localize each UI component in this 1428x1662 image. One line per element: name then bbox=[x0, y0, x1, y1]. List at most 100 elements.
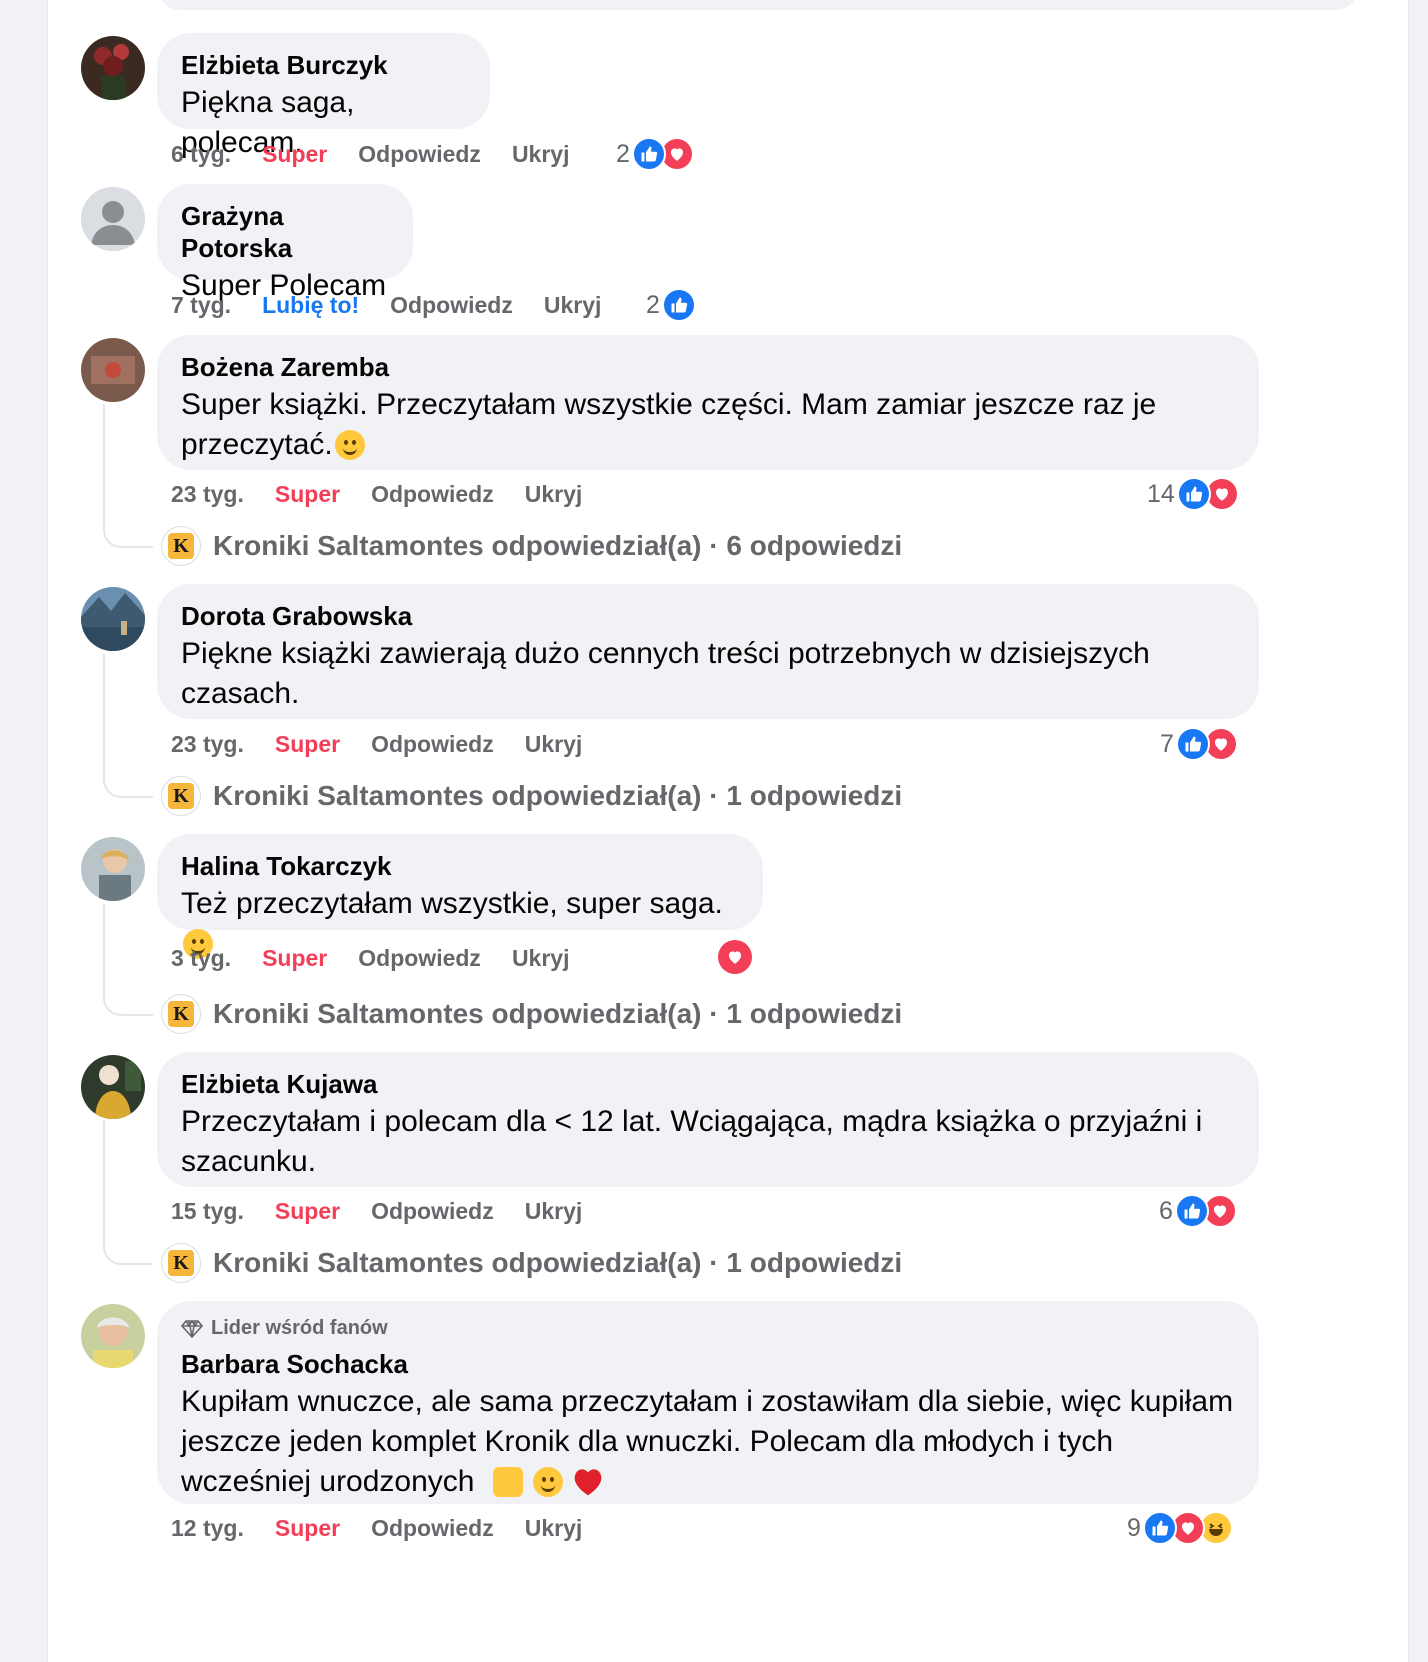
thread-connector bbox=[103, 1245, 153, 1265]
reaction-count: 6 bbox=[1159, 1196, 1173, 1225]
comment-author[interactable]: Dorota Grabowska bbox=[181, 600, 1235, 632]
react-button[interactable]: Super bbox=[275, 1198, 340, 1225]
hide-button[interactable]: Ukryj bbox=[525, 481, 583, 508]
replies-summary[interactable]: Kroniki Saltamontes odpowiedział(a) · 1 … bbox=[213, 1247, 902, 1279]
top-fan-label: Lider wśród fanów bbox=[211, 1317, 388, 1339]
thread-line bbox=[103, 1121, 105, 1245]
avatar[interactable] bbox=[81, 587, 145, 651]
smile-emoji-icon bbox=[334, 430, 365, 460]
kroniki-logo-icon: K bbox=[161, 526, 201, 566]
thread-line bbox=[103, 904, 105, 996]
comments-panel: Elżbieta Burczyk Piękna saga, polecam. 6… bbox=[47, 0, 1409, 1662]
comment-time[interactable]: 23 tyg. bbox=[171, 481, 244, 508]
react-button[interactable]: Super bbox=[275, 1515, 340, 1542]
comment-text: Piękne książki zawierają dużo cennych tr… bbox=[181, 637, 1150, 710]
reaction-count: 2 bbox=[616, 139, 630, 168]
replies-summary[interactable]: Kroniki Saltamontes odpowiedział(a) · 1 … bbox=[213, 998, 902, 1030]
view-replies-link[interactable]: K Kroniki Saltamontes odpowiedział(a) · … bbox=[161, 774, 902, 818]
diamond-icon bbox=[181, 1319, 203, 1338]
replies-summary[interactable]: Kroniki Saltamontes odpowiedział(a) · 6 … bbox=[213, 530, 902, 562]
like-icon bbox=[1175, 727, 1210, 761]
like-icon bbox=[1142, 1511, 1177, 1545]
view-replies-link[interactable]: K Kroniki Saltamontes odpowiedział(a) · … bbox=[161, 1241, 902, 1285]
reply-button[interactable]: Odpowiedz bbox=[358, 945, 481, 972]
comment-actions: 7 tyg. Lubię to! Odpowiedz Ukryj bbox=[171, 285, 632, 325]
comment-time[interactable]: 12 tyg. bbox=[171, 1515, 244, 1542]
hide-button[interactable]: Ukryj bbox=[512, 945, 570, 972]
hide-button[interactable]: Ukryj bbox=[512, 141, 570, 168]
thread-connector bbox=[103, 996, 153, 1016]
comment-author[interactable]: Elżbieta Kujawa bbox=[181, 1068, 1235, 1100]
avatar[interactable] bbox=[81, 837, 145, 901]
comment-actions: 12 tyg. Super Odpowiedz Ukryj bbox=[171, 1508, 613, 1548]
replies-summary[interactable]: Kroniki Saltamontes odpowiedział(a) · 1 … bbox=[213, 780, 902, 812]
react-button[interactable]: Super bbox=[275, 731, 340, 758]
reaction-count: 9 bbox=[1127, 1513, 1141, 1542]
hide-button[interactable]: Ukryj bbox=[525, 1515, 583, 1542]
reply-button[interactable]: Odpowiedz bbox=[371, 1515, 494, 1542]
comment-time[interactable]: 3 tyg. bbox=[171, 945, 231, 972]
comment-author[interactable]: Barbara Sochacka bbox=[181, 1348, 1235, 1380]
comment-actions: 15 tyg. Super Odpowiedz Ukryj bbox=[171, 1191, 613, 1231]
comment-author[interactable]: Halina Tokarczyk bbox=[181, 850, 739, 882]
avatar[interactable] bbox=[81, 187, 145, 251]
view-replies-link[interactable]: K Kroniki Saltamontes odpowiedział(a) · … bbox=[161, 524, 902, 568]
comment-author[interactable]: Grażyna Potorska bbox=[181, 200, 389, 264]
like-icon bbox=[661, 288, 696, 322]
view-replies-link[interactable]: K Kroniki Saltamontes odpowiedział(a) · … bbox=[161, 992, 902, 1036]
react-button[interactable]: Super bbox=[262, 945, 327, 972]
reaction-summary[interactable]: 7 bbox=[1160, 724, 1238, 764]
reaction-summary[interactable]: 2 bbox=[646, 285, 696, 325]
reply-button[interactable]: Odpowiedz bbox=[371, 481, 494, 508]
like-icon bbox=[631, 137, 666, 171]
reaction-summary[interactable]: 2 bbox=[616, 134, 694, 174]
comment-author[interactable]: Elżbieta Burczyk bbox=[181, 49, 466, 81]
comment-bubble: Halina Tokarczyk Też przeczytałam wszyst… bbox=[157, 834, 763, 959]
react-button[interactable]: Lubię to! bbox=[262, 292, 359, 319]
comment-text: Przeczytałam i polecam dla < 12 lat. Wci… bbox=[181, 1105, 1203, 1178]
previous-comment-bubble bbox=[158, 0, 1358, 10]
hide-button[interactable]: Ukryj bbox=[544, 292, 602, 319]
kroniki-logo-icon: K bbox=[161, 1243, 201, 1283]
comment-actions: 6 tyg. Super Odpowiedz Ukryj bbox=[171, 134, 600, 174]
comment-actions: 23 tyg. Super Odpowiedz Ukryj bbox=[171, 724, 613, 764]
reaction-count: 2 bbox=[646, 290, 660, 319]
like-icon bbox=[1174, 1194, 1209, 1228]
comment-text: Kupiłam wnuczce, ale sama przeczytałam i… bbox=[181, 1382, 1235, 1502]
comment-time[interactable]: 15 tyg. bbox=[171, 1198, 244, 1225]
reply-button[interactable]: Odpowiedz bbox=[358, 141, 481, 168]
smiling-face-emoji-icon bbox=[533, 1467, 564, 1497]
thread-connector bbox=[103, 778, 153, 798]
comment-time[interactable]: 6 tyg. bbox=[171, 141, 231, 168]
thumbs-up-emoji-icon bbox=[492, 1467, 523, 1497]
hide-button[interactable]: Ukryj bbox=[525, 1198, 583, 1225]
kroniki-logo-icon: K bbox=[161, 994, 201, 1034]
reply-button[interactable]: Odpowiedz bbox=[371, 1198, 494, 1225]
avatar[interactable] bbox=[81, 1055, 145, 1119]
hide-button[interactable]: Ukryj bbox=[525, 731, 583, 758]
comment-bubble: Elżbieta Kujawa Przeczytałam i polecam d… bbox=[157, 1052, 1259, 1187]
comment-time[interactable]: 7 tyg. bbox=[171, 292, 231, 319]
avatar[interactable] bbox=[81, 338, 145, 402]
comment-author[interactable]: Bożena Zaremba bbox=[181, 351, 1235, 383]
red-heart-emoji-icon bbox=[574, 1469, 601, 1496]
thread-connector bbox=[103, 528, 153, 548]
react-button[interactable]: Super bbox=[262, 141, 327, 168]
love-icon[interactable] bbox=[718, 940, 752, 974]
avatar[interactable] bbox=[81, 1304, 145, 1368]
comment-bubble: Bożena Zaremba Super książki. Przeczytał… bbox=[157, 335, 1259, 470]
comment-text: Super książki. Przeczytałam wszystkie cz… bbox=[181, 385, 1235, 465]
avatar[interactable] bbox=[81, 36, 145, 100]
comment-bubble: Elżbieta Burczyk Piękna saga, polecam. bbox=[157, 33, 490, 159]
reply-button[interactable]: Odpowiedz bbox=[371, 731, 494, 758]
reaction-count: 14 bbox=[1147, 479, 1175, 508]
reaction-summary[interactable]: 14 bbox=[1147, 474, 1239, 514]
thread-line bbox=[103, 404, 105, 528]
comment-bubble: Grażyna Potorska Super Polecam bbox=[157, 184, 413, 302]
comment-text-content: Kupiłam wnuczce, ale sama przeczytałam i… bbox=[181, 1385, 1234, 1498]
reaction-summary[interactable]: 6 bbox=[1159, 1191, 1237, 1231]
comment-time[interactable]: 23 tyg. bbox=[171, 731, 244, 758]
reaction-summary[interactable]: 9 bbox=[1127, 1508, 1233, 1548]
reply-button[interactable]: Odpowiedz bbox=[390, 292, 513, 319]
react-button[interactable]: Super bbox=[275, 481, 340, 508]
